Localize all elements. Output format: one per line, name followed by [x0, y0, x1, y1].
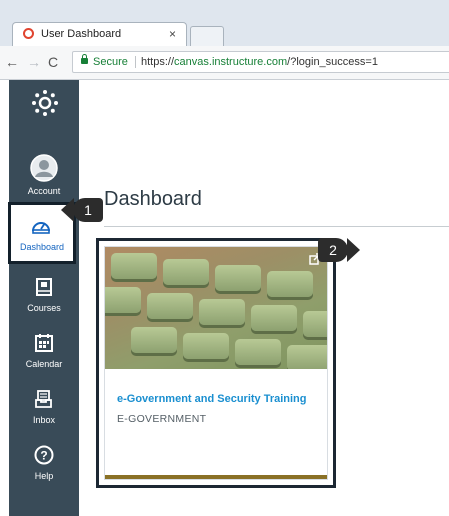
- tab-close-icon[interactable]: ×: [169, 23, 176, 46]
- url-path: /?login_success=1: [287, 56, 378, 68]
- keyboard-key-image: [303, 311, 327, 337]
- canvas-favicon-icon: [23, 28, 34, 39]
- keyboard-key-image: [111, 253, 157, 279]
- title-divider: [104, 226, 449, 227]
- keyboard-key-image: [131, 327, 177, 353]
- browser-tab-strip: User Dashboard ×: [0, 0, 449, 46]
- keyboard-key-image: [267, 271, 313, 297]
- back-arrow-icon[interactable]: ←: [5, 54, 19, 70]
- browser-tab-user-dashboard[interactable]: User Dashboard ×: [12, 22, 187, 46]
- keyboard-key-image: [235, 339, 281, 365]
- course-card-color-stripe: [105, 475, 327, 479]
- url-text: https://canvas.instructure.com/?login_su…: [141, 52, 378, 72]
- nav-label-dashboard: Dashboard: [19, 242, 65, 252]
- keyboard-key-image: [105, 287, 141, 313]
- user-icon: [30, 154, 58, 182]
- keyboard-key-image: [147, 293, 193, 319]
- nav-item-calendar[interactable]: Calendar: [9, 322, 79, 378]
- address-bar[interactable]: Secure https://canvas.instructure.com/?l…: [72, 51, 449, 73]
- browser-toolbar: ← → C Secure https://canvas.instructure.…: [0, 46, 449, 80]
- lock-icon: [81, 54, 88, 64]
- reload-icon[interactable]: C: [48, 54, 58, 70]
- nav-label-account: Account: [27, 186, 61, 196]
- keyboard-key-image: [183, 333, 229, 359]
- nav-label-courses: Courses: [27, 303, 61, 313]
- page-title: Dashboard: [104, 188, 202, 210]
- omnibox-separator: [135, 56, 136, 68]
- callout-1: 1: [61, 198, 103, 222]
- course-card-subtitle: E-GOVERNMENT: [117, 413, 207, 425]
- course-card-title[interactable]: e-Government and Security Training: [117, 393, 307, 405]
- keyboard-key-image: [199, 299, 245, 325]
- book-icon: [36, 278, 52, 296]
- canvas-logo-icon[interactable]: [31, 89, 59, 117]
- course-card[interactable]: e-Government and Security Training E-GOV…: [96, 238, 336, 488]
- nav-item-courses[interactable]: Courses: [9, 266, 79, 322]
- keyboard-key-image: [251, 305, 297, 331]
- forward-arrow-icon[interactable]: →: [27, 54, 41, 70]
- inbox-icon: [35, 390, 52, 408]
- help-icon: ?: [34, 445, 54, 465]
- url-host: canvas.instructure.com: [174, 56, 288, 68]
- gauge-icon: [32, 222, 50, 234]
- callout-2: 2: [318, 238, 360, 262]
- new-tab-button[interactable]: [190, 26, 224, 46]
- keyboard-key-image: [163, 259, 209, 285]
- course-card-body: e-Government and Security Training E-GOV…: [104, 246, 328, 480]
- nav-label-calendar: Calendar: [25, 359, 63, 369]
- svg-text:?: ?: [40, 449, 47, 463]
- calendar-icon: [35, 334, 53, 352]
- nav-item-account[interactable]: Account: [9, 146, 79, 202]
- global-navigation: Account Dashboard Courses Calendar Inbox…: [8, 80, 79, 516]
- tab-title: User Dashboard: [41, 28, 122, 40]
- nav-label-inbox: Inbox: [32, 415, 56, 425]
- nav-label-help: Help: [34, 471, 54, 481]
- nav-item-inbox[interactable]: Inbox: [9, 378, 79, 434]
- url-scheme: https://: [141, 56, 175, 68]
- course-card-image[interactable]: [105, 247, 327, 369]
- keyboard-key-image: [287, 345, 327, 369]
- secure-label: Secure: [93, 56, 128, 68]
- nav-item-help[interactable]: ? Help: [9, 434, 79, 490]
- keyboard-key-image: [215, 265, 261, 291]
